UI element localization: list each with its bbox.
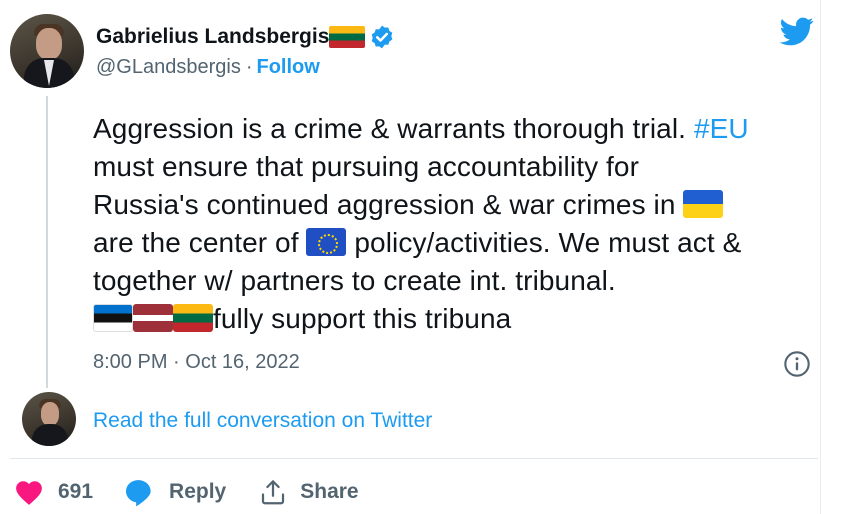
- eu-flag-icon: [306, 228, 347, 256]
- reply-button[interactable]: Reply: [123, 477, 226, 507]
- hashtag-eu[interactable]: #EU: [694, 113, 749, 144]
- latvia-flag-icon: [133, 304, 173, 332]
- follow-link[interactable]: Follow: [257, 56, 320, 79]
- estonia-flag-icon: [93, 304, 133, 332]
- ukraine-flag-icon: [683, 190, 724, 218]
- reply-bubble-icon: [126, 480, 151, 507]
- tweet-line-4: are the center of policy/activities. We …: [93, 227, 742, 258]
- tweet-actions: 691 Reply Share: [14, 474, 359, 510]
- read-full-conversation-link[interactable]: Read the full conversation on Twitter: [93, 409, 432, 433]
- lithuania-flag-icon: [173, 304, 213, 332]
- reply-label: Reply: [169, 480, 227, 503]
- tweet-card: Gabrielius Landsbergis @GLandsbergis · F…: [0, 0, 845, 514]
- author-handle[interactable]: @GLandsbergis: [96, 56, 241, 79]
- tweet-text: Aggression is a crime & warrants thoroug…: [93, 110, 823, 338]
- tweet-line-3: Russia's continued aggression & war crim…: [93, 186, 823, 224]
- author-name-row[interactable]: Gabrielius Landsbergis: [96, 22, 395, 52]
- tweet-line-2: must ensure that pursuing accountability…: [93, 151, 640, 182]
- divider: [10, 458, 818, 459]
- tweet-line-1: Aggression is a crime & warrants thoroug…: [93, 113, 749, 144]
- share-label: Share: [300, 480, 359, 503]
- like-button[interactable]: 691: [14, 478, 93, 506]
- tweet-line-5: together w/ partners to create int. trib…: [93, 265, 616, 296]
- thread-line: [46, 96, 48, 388]
- twitter-bird-icon[interactable]: [778, 14, 816, 48]
- share-icon: [262, 480, 285, 505]
- lithuania-flag-icon: [329, 26, 366, 48]
- share-button[interactable]: Share: [258, 477, 359, 507]
- verified-badge-icon: [369, 24, 395, 50]
- handle-row: @GLandsbergis · Follow: [96, 56, 320, 79]
- like-count: 691: [58, 480, 94, 503]
- author-avatar[interactable]: [10, 14, 84, 88]
- info-icon[interactable]: [783, 350, 811, 378]
- heart-icon: [16, 481, 42, 505]
- author-name[interactable]: Gabrielius Landsbergis: [96, 25, 329, 49]
- tweet-timestamp[interactable]: 8:00 PM · Oct 16, 2022: [93, 351, 300, 374]
- author-avatar-small[interactable]: [22, 392, 76, 446]
- tweet-line-6: fully support this tribuna: [93, 300, 823, 338]
- separator: ·: [245, 56, 253, 78]
